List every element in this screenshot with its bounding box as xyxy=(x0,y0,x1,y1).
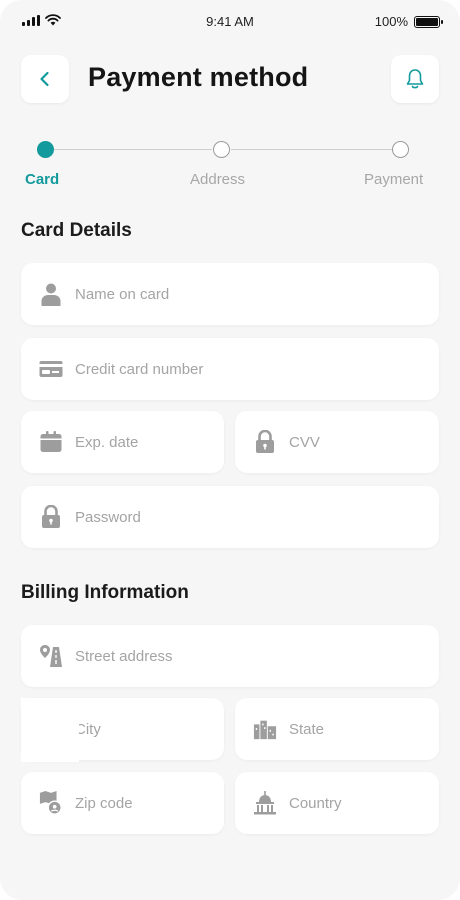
password-placeholder: Password xyxy=(75,508,141,526)
capitol-building-icon xyxy=(253,791,277,815)
notifications-button[interactable] xyxy=(391,55,439,103)
phone-screen: 9:41 AM 100% Payment method Card Address… xyxy=(0,0,460,900)
user-icon xyxy=(39,282,63,306)
zip-code-placeholder: Zip code xyxy=(75,794,133,812)
card-details-heading: Card Details xyxy=(21,220,132,241)
state-placeholder: State xyxy=(289,720,325,738)
country-field[interactable]: Country xyxy=(235,772,439,834)
chevron-left-icon xyxy=(40,71,49,87)
step-dot-card[interactable] xyxy=(37,141,54,158)
back-button[interactable] xyxy=(21,55,69,103)
step-label-payment[interactable]: Payment xyxy=(364,171,423,188)
battery-percentage: 100% xyxy=(374,14,408,29)
bell-icon xyxy=(406,69,424,89)
step-connector xyxy=(54,149,212,150)
exp-date-field[interactable]: Exp. date xyxy=(21,411,224,473)
step-label-address[interactable]: Address xyxy=(190,171,245,188)
status-battery: 100% xyxy=(374,14,443,29)
checkout-stepper: Card Address Payment xyxy=(0,138,460,198)
step-label-card[interactable]: Card xyxy=(25,171,59,188)
cvv-field[interactable]: CVV xyxy=(235,411,439,473)
street-address-placeholder: Street address xyxy=(75,647,173,665)
credit-card-number-field[interactable]: Credit card number xyxy=(21,338,439,400)
map-pin-zip-icon xyxy=(39,791,63,815)
state-field[interactable]: State xyxy=(235,698,439,760)
name-on-card-placeholder: Name on card xyxy=(75,285,170,303)
step-dot-payment[interactable] xyxy=(392,141,409,158)
billing-information-heading: Billing Information xyxy=(21,582,189,603)
state-buildings-icon xyxy=(253,717,277,741)
street-address-field[interactable]: Street address xyxy=(21,625,439,687)
step-dot-address[interactable] xyxy=(213,141,230,158)
step-connector xyxy=(231,149,393,150)
status-bar: 9:41 AM 100% xyxy=(0,0,460,44)
password-field[interactable]: Password xyxy=(21,486,439,548)
name-on-card-field[interactable]: Name on card xyxy=(21,263,439,325)
battery-icon xyxy=(414,15,443,28)
map-pin-road-icon xyxy=(39,644,63,668)
country-placeholder: Country xyxy=(289,794,342,812)
credit-card-icon xyxy=(39,357,63,381)
city-field-overlay xyxy=(21,698,79,762)
lock-icon xyxy=(39,505,63,529)
zip-code-field[interactable]: Zip code xyxy=(21,772,224,834)
battery-fill xyxy=(416,17,438,26)
credit-card-number-placeholder: Credit card number xyxy=(75,360,204,378)
page-title: Payment method xyxy=(88,62,309,92)
lock-icon xyxy=(253,430,277,454)
exp-date-placeholder: Exp. date xyxy=(75,433,139,451)
cvv-placeholder: CVV xyxy=(289,433,320,451)
calendar-icon xyxy=(39,430,63,454)
